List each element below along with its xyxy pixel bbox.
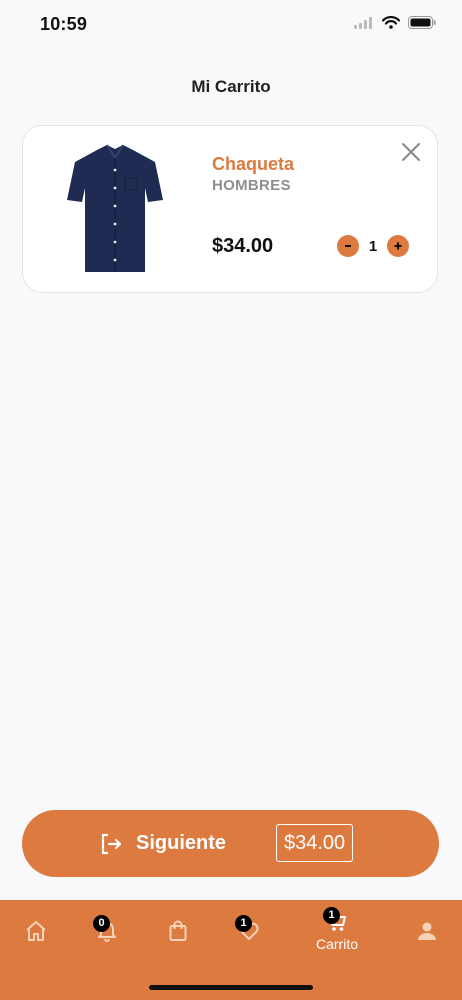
tab-bar: 0 1 1 Carrito <box>0 900 462 1000</box>
decrease-quantity-button[interactable] <box>337 235 359 257</box>
product-name: Chaqueta <box>212 154 295 174</box>
notifications-badge: 0 <box>93 915 110 932</box>
signal-icon <box>354 16 372 29</box>
status-icons <box>354 16 436 29</box>
battery-icon <box>408 16 436 29</box>
tab-notifications[interactable]: 0 <box>72 900 142 970</box>
next-button[interactable]: Siguiente $34.00 <box>22 810 439 877</box>
tab-profile[interactable] <box>392 900 462 970</box>
cart-item-card: Chaqueta HOMBRES $34.00 1 <box>22 125 438 293</box>
home-icon <box>26 921 46 941</box>
cart-badge: 1 <box>323 907 340 924</box>
page-title: Mi Carrito <box>191 77 271 96</box>
plus-icon <box>394 242 402 250</box>
product-price: $34.00 <box>212 235 274 257</box>
status-time: 10:59 <box>40 14 88 34</box>
increase-quantity-button[interactable] <box>387 235 409 257</box>
product-category: HOMBRES <box>212 177 291 194</box>
next-button-label: Siguiente <box>136 832 227 854</box>
wifi-icon <box>382 16 400 29</box>
home-indicator <box>149 985 313 990</box>
tab-favorites[interactable]: 1 <box>214 900 284 970</box>
tab-cart-label: Carrito <box>315 936 358 952</box>
remove-item-button[interactable] <box>401 142 421 162</box>
tab-cart[interactable]: 1 Carrito <box>302 900 372 970</box>
quantity-value: 1 <box>368 237 378 255</box>
favorites-badge: 1 <box>235 915 252 932</box>
tab-shop[interactable] <box>143 900 213 970</box>
shirt-icon <box>67 144 163 272</box>
status-bar: 10:59 <box>0 0 462 50</box>
exit-arrow-icon <box>101 833 122 855</box>
tab-home[interactable] <box>1 900 71 970</box>
user-icon <box>418 922 436 940</box>
close-icon <box>402 143 420 161</box>
shopping-bag-icon <box>169 920 187 941</box>
minus-icon <box>345 245 351 247</box>
cart-total: $34.00 <box>276 824 354 862</box>
quantity-stepper: 1 <box>337 235 409 257</box>
